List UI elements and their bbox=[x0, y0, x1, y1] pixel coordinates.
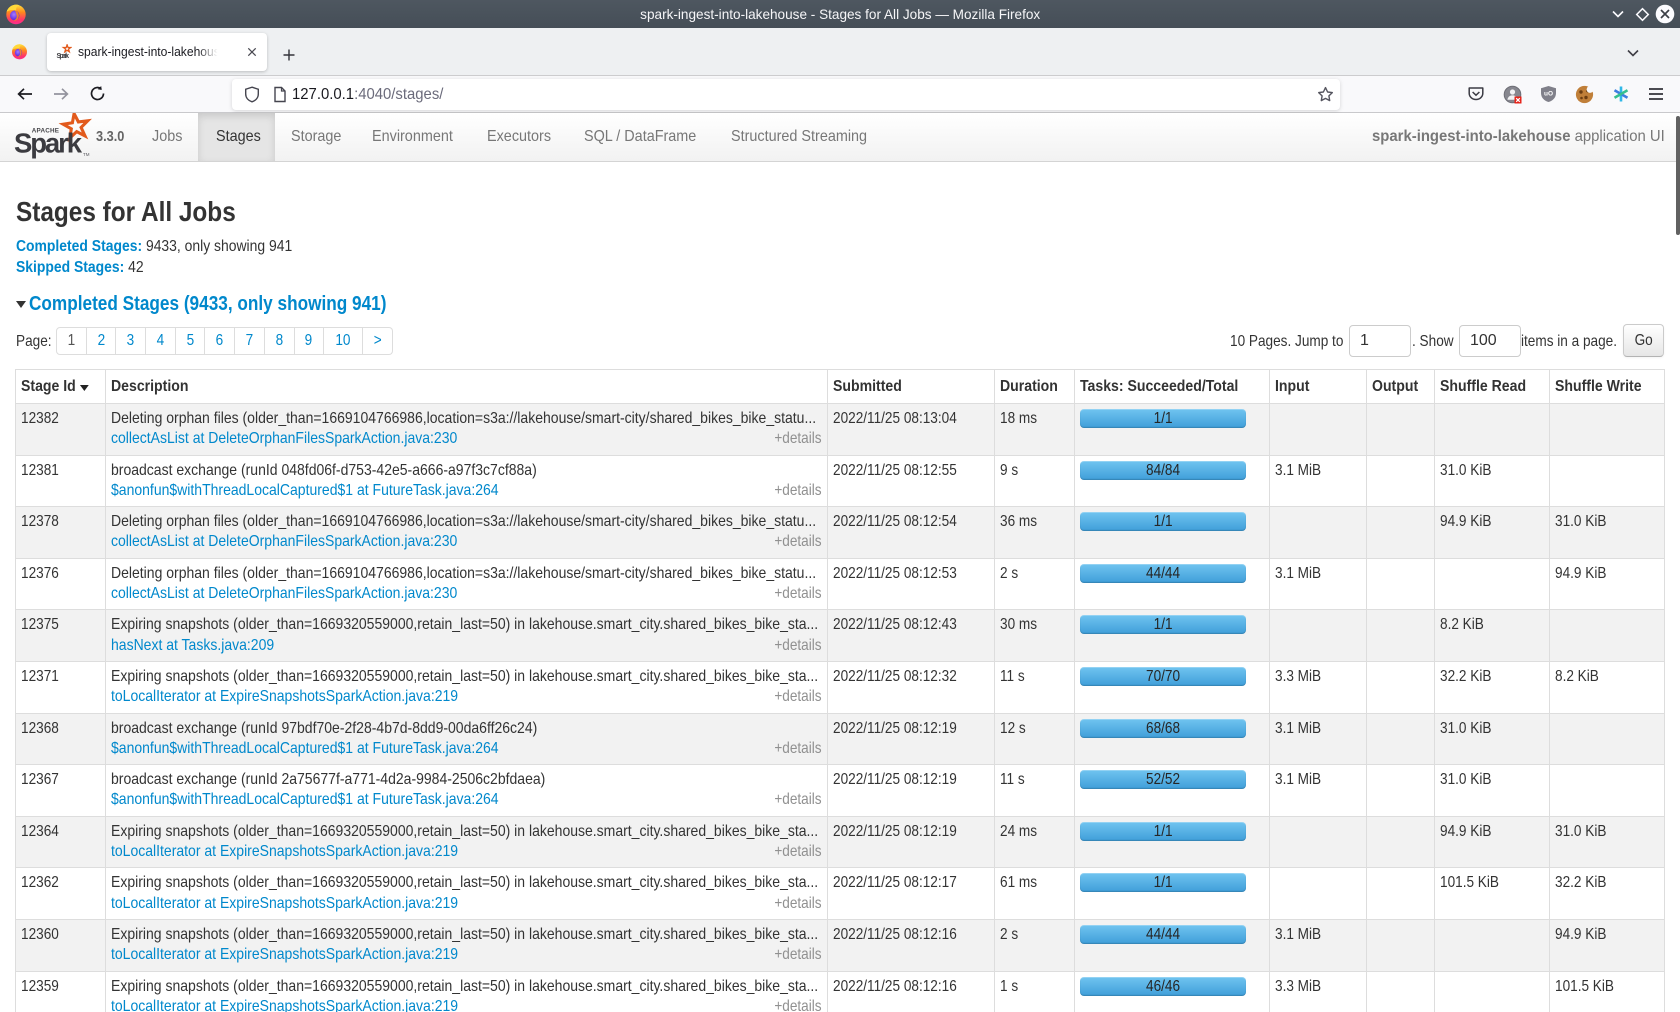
svg-text:Spark: Spark bbox=[14, 128, 83, 159]
svg-text:TM: TM bbox=[83, 152, 90, 157]
